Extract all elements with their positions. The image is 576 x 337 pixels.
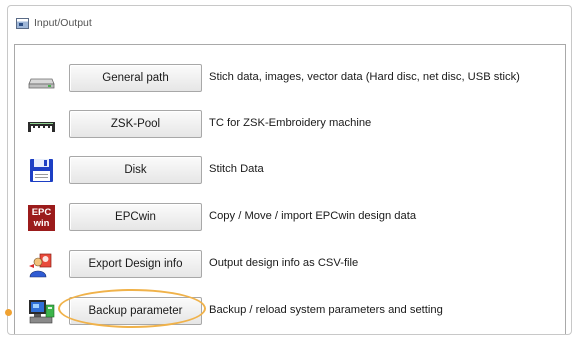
export-design-info-description: Output design info as CSV-file bbox=[209, 257, 359, 269]
row-epcwin: EPC win EPCwin Copy / Move / import EPCw… bbox=[15, 197, 565, 237]
window-title: Input/Output bbox=[34, 17, 92, 29]
highlight-circle bbox=[58, 289, 206, 328]
row-export-design-info: Export Design info Output design info as… bbox=[15, 244, 565, 284]
row-zsk-pool: ZSK-Pool TC for ZSK-Embroidery machine bbox=[15, 104, 565, 144]
hard-drive-icon bbox=[28, 78, 55, 89]
export-design-info-button[interactable]: Export Design info bbox=[69, 250, 202, 278]
floppy-disk-icon bbox=[30, 159, 53, 182]
epcwin-button[interactable]: EPCwin bbox=[69, 203, 202, 231]
embroidery-machine-icon bbox=[28, 122, 55, 132]
export-user-icon bbox=[29, 253, 52, 278]
pointer-dot bbox=[5, 309, 12, 316]
zsk-pool-description: TC for ZSK-Embroidery machine bbox=[209, 117, 372, 129]
epcwin-logo-icon: EPC win bbox=[28, 205, 55, 231]
backup-parameter-description: Backup / reload system parameters and se… bbox=[209, 304, 443, 316]
title-bar: Input/Output bbox=[16, 15, 92, 31]
row-disk: Disk Stitch Data bbox=[15, 150, 565, 190]
window-icon bbox=[16, 17, 29, 29]
epcwin-description: Copy / Move / import EPCwin design data bbox=[209, 210, 417, 222]
row-general-path: General path Stich data, images, vector … bbox=[15, 58, 565, 98]
disk-button[interactable]: Disk bbox=[69, 156, 202, 184]
zsk-pool-button[interactable]: ZSK-Pool bbox=[69, 110, 202, 138]
computer-backup-icon bbox=[29, 300, 55, 324]
general-path-description: Stich data, images, vector data (Hard di… bbox=[209, 71, 520, 83]
disk-description: Stitch Data bbox=[209, 163, 264, 175]
general-path-button[interactable]: General path bbox=[69, 64, 202, 92]
